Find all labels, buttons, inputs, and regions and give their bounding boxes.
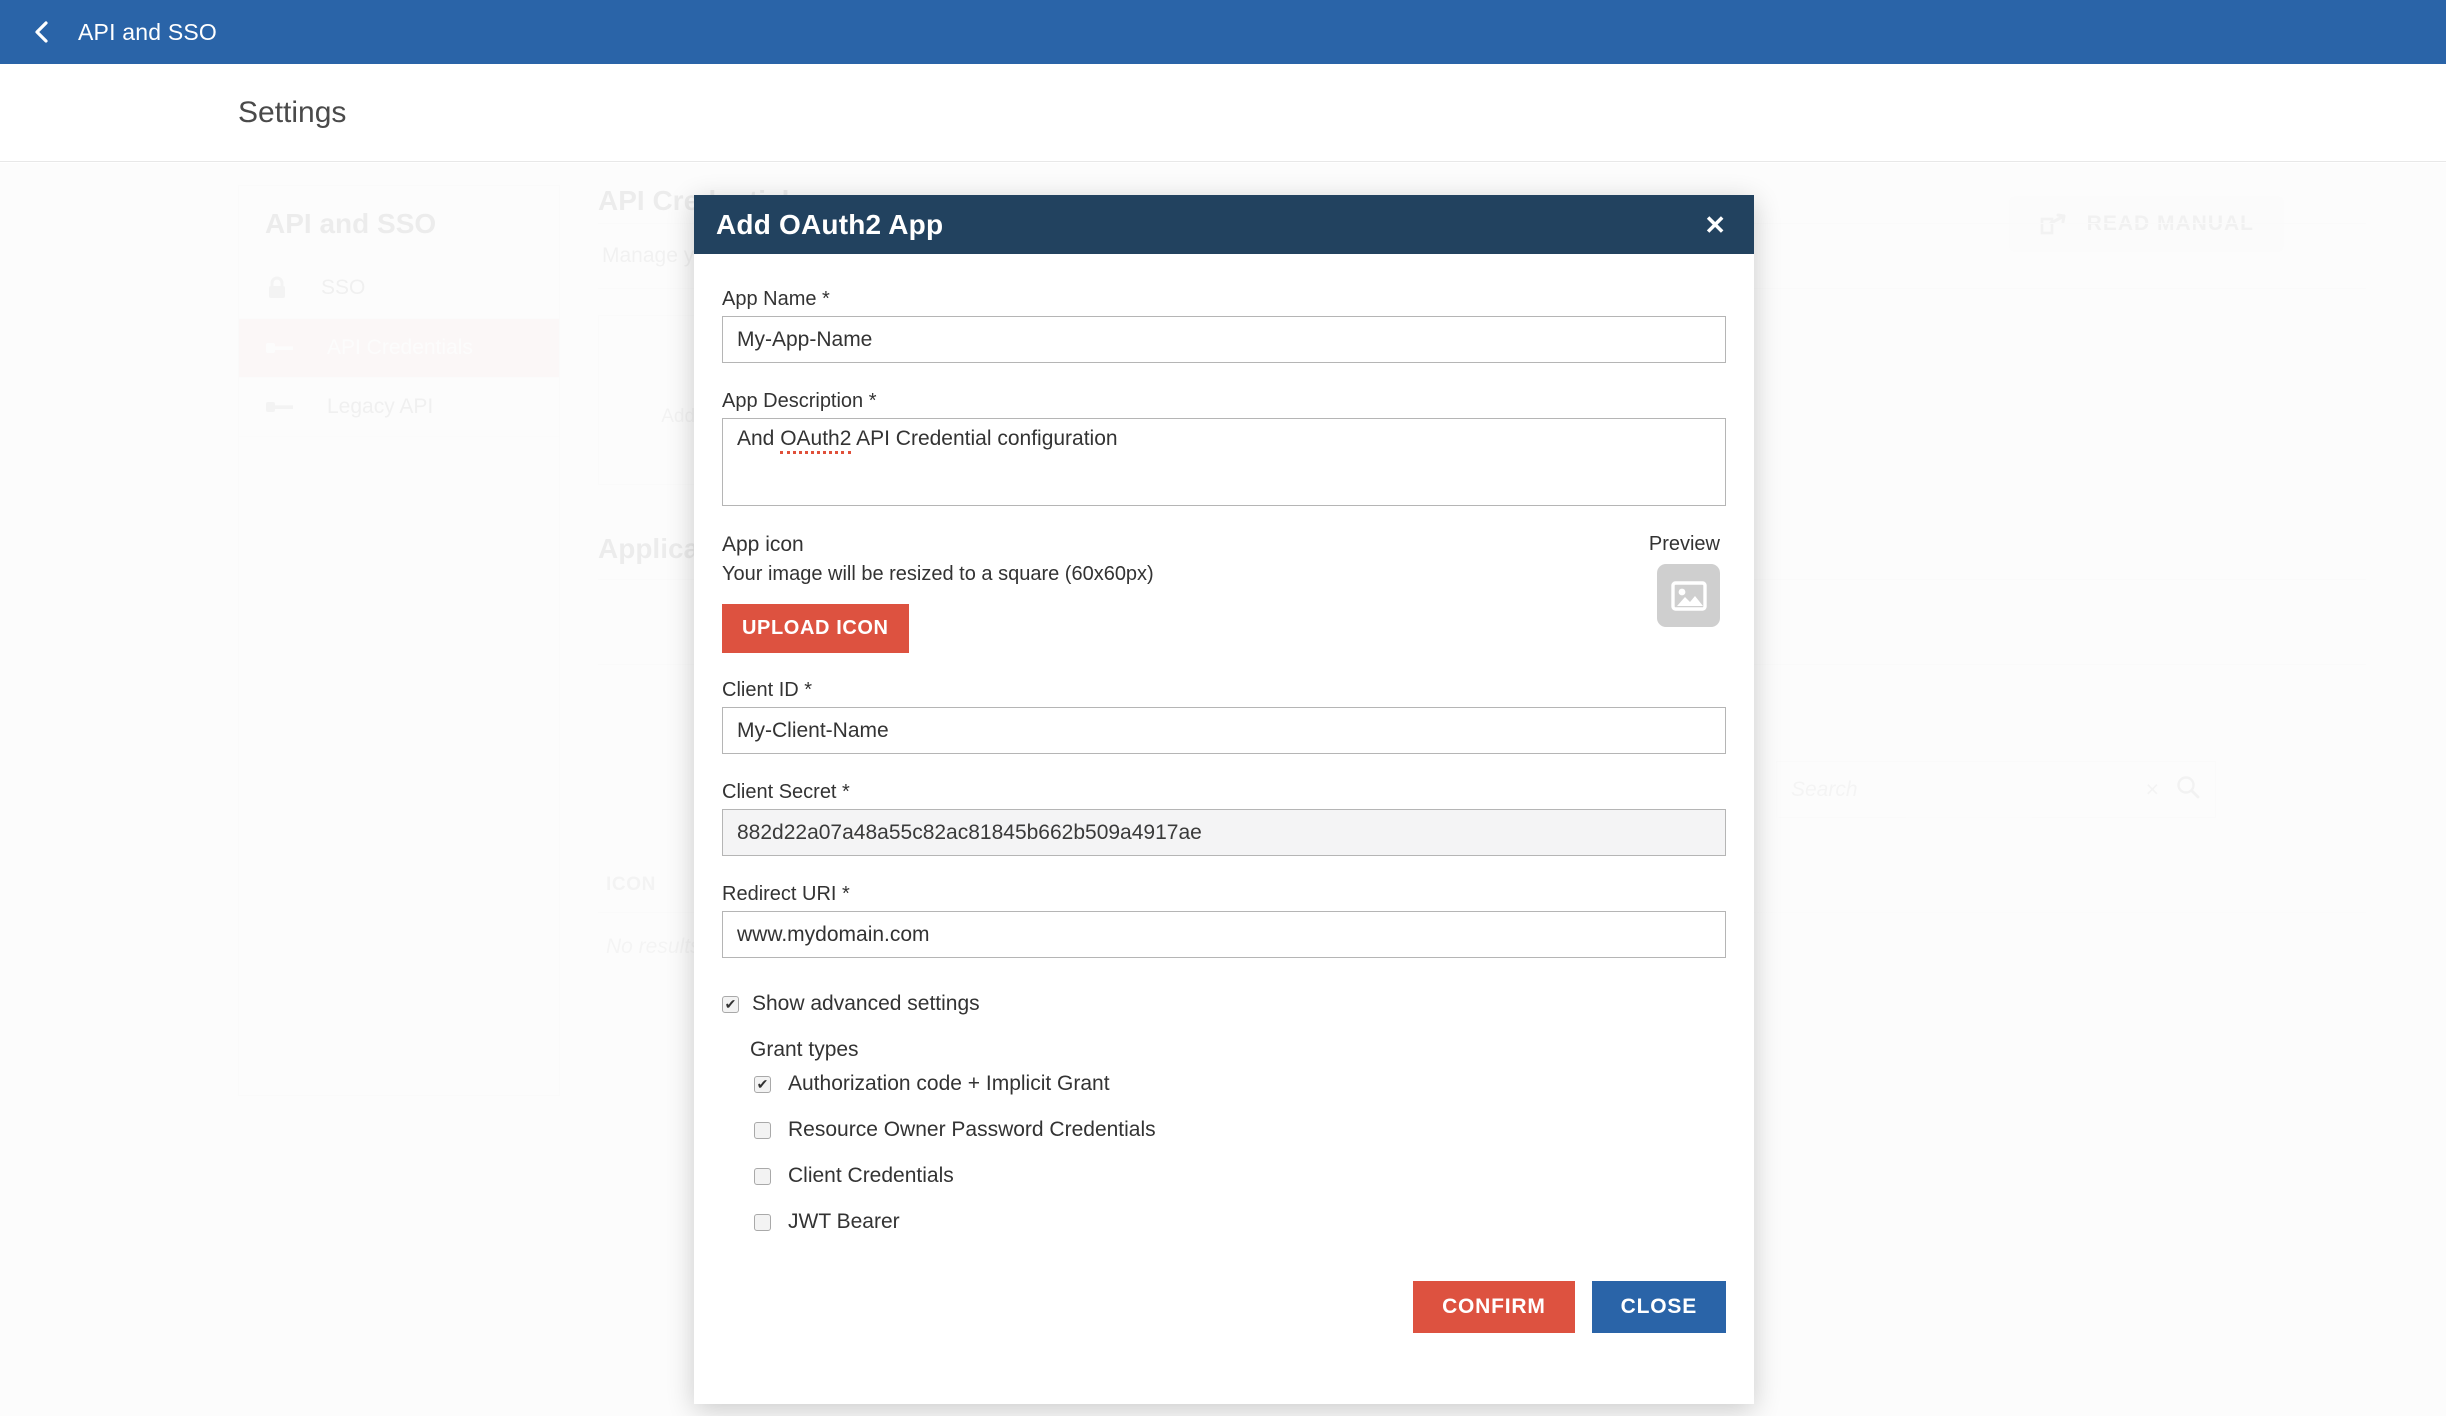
settings-sidebar: API and SSO SSO API Credentials Legacy A… <box>238 185 560 1096</box>
grant-type-authorization-code: ✔ Authorization code + Implicit Grant <box>754 1072 1726 1096</box>
client-id-label: Client ID * <box>722 679 813 701</box>
sidebar-item-label: SSO <box>321 276 366 299</box>
show-advanced-settings-label: Show advanced settings <box>752 992 980 1015</box>
back-chevron-icon[interactable] <box>30 19 56 45</box>
grant-type-checkbox[interactable]: ✔ <box>754 1213 771 1231</box>
sidebar-item-api-credentials[interactable]: API Credentials <box>239 319 559 378</box>
sidebar-item-label: API Credentials <box>327 336 473 359</box>
show-advanced-settings-checkbox[interactable]: ✔ <box>722 995 739 1013</box>
grant-type-label: Authorization code + Implicit Grant <box>788 1072 1110 1095</box>
app-description-field: App Description * And OAuth2 API Credent… <box>722 390 1726 506</box>
add-oauth2-app-modal: Add OAuth2 App ✕ App Name * App Descript… <box>694 195 1754 1404</box>
grant-type-jwt-bearer: ✔ JWT Bearer <box>754 1210 1726 1234</box>
modal-footer: CONFIRM CLOSE <box>694 1256 1754 1361</box>
key-icon <box>265 338 295 358</box>
page-title: Settings <box>238 95 347 129</box>
modal-header: Add OAuth2 App ✕ <box>694 195 1754 254</box>
grant-type-label: Resource Owner Password Credentials <box>788 1118 1156 1141</box>
top-navigation-bar: API and SSO <box>0 0 2446 64</box>
app-icon-preview-area: Preview <box>1649 533 1726 627</box>
app-name-label: App Name * <box>722 288 830 310</box>
app-icon-left: App icon Your image will be resized to a… <box>722 533 1154 653</box>
confirm-button[interactable]: CONFIRM <box>1413 1281 1575 1333</box>
column-header-icon: ICON <box>606 874 656 895</box>
app-description-label: App Description * <box>722 390 877 412</box>
app-description-text-suffix: API Credential configuration <box>851 427 1118 450</box>
client-secret-input[interactable] <box>722 809 1726 856</box>
redirect-uri-label: Redirect URI * <box>722 883 850 905</box>
grant-type-client-credentials: ✔ Client Credentials <box>754 1164 1726 1188</box>
redirect-uri-field: Redirect URI * <box>722 883 1726 958</box>
client-secret-field: Client Secret * <box>722 781 1726 856</box>
client-id-input[interactable] <box>722 707 1726 754</box>
redirect-uri-input[interactable] <box>722 911 1726 958</box>
grant-type-checkbox[interactable]: ✔ <box>754 1121 771 1139</box>
app-icon-label: App icon <box>722 533 804 556</box>
app-description-text-prefix: And <box>737 427 781 450</box>
grant-type-checkbox[interactable]: ✔ <box>754 1075 771 1093</box>
grant-types-label: Grant types <box>750 1038 859 1061</box>
close-button[interactable]: CLOSE <box>1591 1281 1726 1333</box>
grant-type-label: JWT Bearer <box>788 1210 900 1233</box>
preview-label: Preview <box>1648 533 1720 555</box>
show-advanced-settings-row: ✔ Show advanced settings <box>722 992 1726 1016</box>
sidebar-item-sso[interactable]: SSO <box>239 258 559 319</box>
modal-body: App Name * App Description * And OAuth2 … <box>694 254 1754 1234</box>
settings-header: Settings <box>0 64 2446 162</box>
app-icon-section: App icon Your image will be resized to a… <box>722 533 1726 653</box>
app-description-textarea[interactable]: And OAuth2 API Credential configuration <box>722 418 1726 506</box>
search-input[interactable]: Search × <box>1776 761 2216 818</box>
search-placeholder: Search <box>1791 777 1858 801</box>
search-icon[interactable] <box>2175 774 2201 805</box>
sidebar-title: API and SSO <box>265 208 437 239</box>
grant-type-resource-owner-password: ✔ Resource Owner Password Credentials <box>754 1118 1726 1142</box>
close-icon[interactable]: ✕ <box>1704 212 1726 238</box>
image-placeholder-icon <box>1657 564 1720 627</box>
app-name-field: App Name * <box>722 288 1726 363</box>
app-name-input[interactable] <box>722 316 1726 363</box>
sidebar-item-legacy-api[interactable]: Legacy API <box>239 378 559 437</box>
app-description-misspelled-word: OAuth2 <box>780 427 852 454</box>
grant-type-label: Client Credentials <box>788 1164 954 1187</box>
client-secret-label: Client Secret * <box>722 781 850 803</box>
clear-search-icon[interactable]: × <box>2146 776 2159 803</box>
key-icon <box>265 397 295 417</box>
sidebar-item-label: Legacy API <box>327 395 434 418</box>
topbar-title: API and SSO <box>78 18 217 45</box>
client-id-field: Client ID * <box>722 679 1726 754</box>
lock-icon <box>265 275 289 301</box>
modal-title: Add OAuth2 App <box>716 208 944 240</box>
upload-icon-button[interactable]: UPLOAD ICON <box>722 604 909 653</box>
grant-type-checkbox[interactable]: ✔ <box>754 1167 771 1185</box>
app-icon-hint: Your image will be resized to a square (… <box>722 563 1154 585</box>
